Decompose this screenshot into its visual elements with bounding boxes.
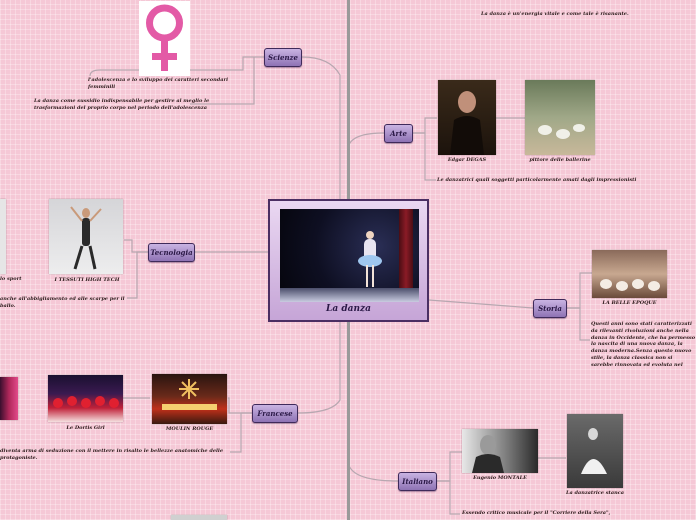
branch-storia[interactable]: Storia: [533, 299, 567, 318]
branch-italiano[interactable]: Italiano: [398, 472, 437, 491]
branch-scienze-label: Scienze: [268, 53, 298, 62]
bottom-image-partial: [171, 515, 227, 520]
storia-text: Questi anni sono stati caratterizzati da…: [591, 321, 696, 366]
branch-italiano-label: Italiano: [402, 477, 433, 486]
branch-francese[interactable]: Francese: [252, 404, 298, 423]
central-topic-title: La danza: [326, 304, 371, 314]
branch-tecnologia-label: Tecnologia: [150, 248, 193, 257]
italiano-caption-2: La danzatrice stanca: [565, 490, 625, 496]
francese-text: diventa arma di seduzione con il mettere…: [0, 448, 224, 461]
sport-image-partial: [0, 199, 6, 274]
francese-caption-2: MOULIN ROUGE: [165, 426, 214, 432]
branch-francese-label: Francese: [257, 409, 293, 418]
montale-photo-image: [462, 429, 538, 473]
tecnologia-caption: I TESSUTI HIGH TECH: [54, 277, 120, 283]
arte-caption-1: Edgar DEGAS: [447, 157, 487, 163]
dortis-girl-image: [48, 375, 123, 422]
central-topic[interactable]: La danza: [268, 199, 429, 322]
scienze-text-2: La danza come sussidio indispensabile pe…: [34, 98, 210, 111]
branch-arte[interactable]: Arte: [384, 124, 413, 143]
italiano-text: Essendo critico musicale per il "Corrier…: [462, 510, 611, 516]
cabaret-image-partial: [0, 377, 18, 420]
high-tech-fabric-image: [49, 199, 123, 274]
arte-top-text: La danza è un'energia vitale e come tale…: [481, 11, 629, 17]
francese-caption-1: Le Dortis Girl: [66, 425, 105, 431]
female-symbol-image: [139, 1, 190, 76]
arte-caption-2: pittore delle ballerine: [529, 157, 591, 163]
tecnologia-left-caption: lo sport: [0, 276, 22, 282]
ballerina-photo: [280, 209, 419, 302]
female-symbol-icon: [146, 4, 183, 71]
branch-tecnologia[interactable]: Tecnologia: [148, 243, 195, 262]
degas-portrait-image: [438, 80, 496, 155]
arte-text: Le danzatrici quali soggetti particolarm…: [437, 177, 637, 183]
branch-scienze[interactable]: Scienze: [264, 48, 302, 67]
belle-epoque-image: [592, 250, 667, 298]
branch-arte-label: Arte: [390, 129, 407, 138]
dance-class-painting-image: [525, 80, 595, 155]
italiano-caption-1: Eugenio MONTALE: [473, 475, 527, 481]
scienze-text-1: l'adolescenza e lo sviluppo dei caratter…: [88, 77, 229, 90]
storia-caption: LA BELLE EPOQUE: [602, 300, 657, 306]
branch-storia-label: Storia: [538, 304, 562, 313]
moulin-rouge-image: [152, 374, 227, 424]
tecnologia-text: anche all'abbigliamento ed alle scarpe p…: [0, 296, 125, 309]
tired-dancer-image: [567, 414, 623, 488]
